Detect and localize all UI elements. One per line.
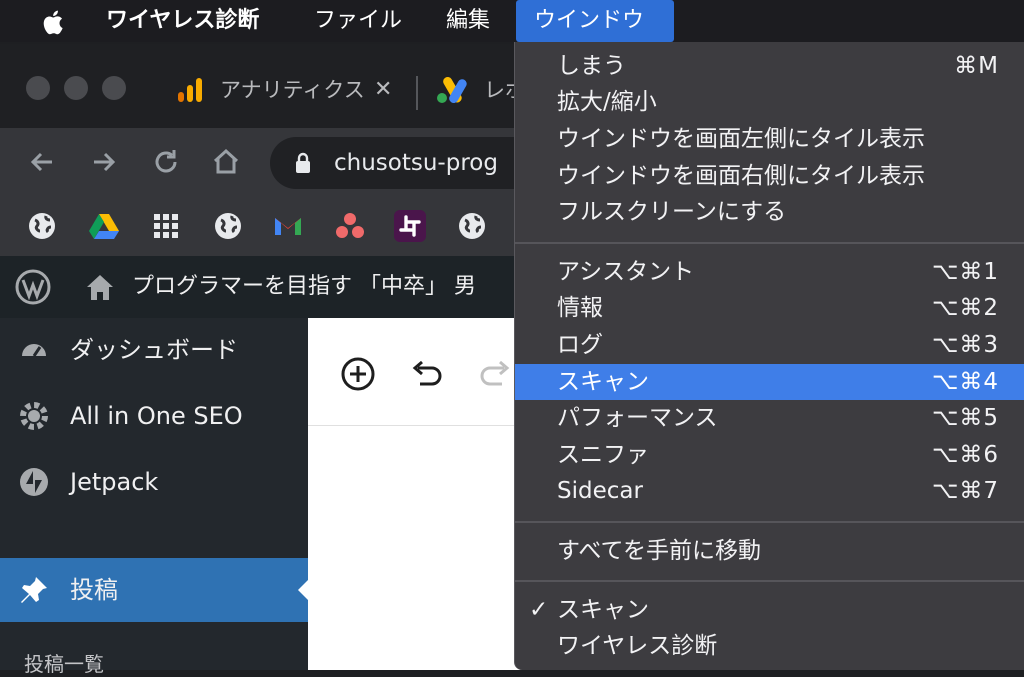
menu-item-zoom[interactable]: 拡大/縮小 <box>515 84 1024 120</box>
menubar: ワイヤレス診断 ファイル 編集 ウインドウ <box>0 0 1024 42</box>
checkmark-icon: ✓ <box>529 597 549 623</box>
menu-item-shortcut: ⌘M <box>954 53 999 79</box>
menu-item-shortcut: ⌥⌘5 <box>931 405 999 431</box>
menu-separator <box>515 521 1024 523</box>
sidebar-item-label: Jetpack <box>70 468 159 496</box>
menu-item-shortcut: ⌥⌘3 <box>931 332 999 358</box>
menu-item-shortcut: ⌥⌘1 <box>931 259 999 285</box>
menu-item-shortcut: ⌥⌘2 <box>931 295 999 321</box>
sidebar-item-label: ダッシュボード <box>70 336 238 364</box>
globe-icon[interactable] <box>456 210 488 242</box>
wordpress-logo-icon[interactable] <box>14 268 52 306</box>
lock-icon <box>296 152 310 173</box>
menu-item-label: ウインドウを画面右側にタイル表示 <box>557 163 925 189</box>
minimize-window-button[interactable] <box>64 76 88 100</box>
menubar-window[interactable]: ウインドウ <box>516 0 674 42</box>
menu-item-sidecar[interactable]: Sidecar ⌥⌘7 <box>515 473 1024 509</box>
slack-icon[interactable] <box>394 210 426 242</box>
reload-icon[interactable] <box>146 142 186 182</box>
sidebar-item-dashboard[interactable]: ダッシュボード <box>0 318 308 382</box>
home-icon[interactable] <box>206 142 246 182</box>
asana-icon[interactable] <box>334 210 366 242</box>
menu-item-label: すべてを手前に移動 <box>557 538 762 564</box>
gmail-icon[interactable] <box>272 210 304 242</box>
redo-icon[interactable] <box>478 358 514 390</box>
sidebar-item-label: All in One SEO <box>70 402 243 430</box>
google-ads-icon <box>437 77 467 103</box>
tab-separator <box>416 76 418 110</box>
gear-icon <box>20 402 48 430</box>
add-block-icon[interactable] <box>340 356 376 392</box>
menu-item-label: しまう <box>557 53 626 79</box>
globe-icon[interactable] <box>212 210 244 242</box>
google-drive-icon[interactable] <box>88 210 120 242</box>
tab-label: アナリティクス <box>220 78 365 102</box>
url-text[interactable]: chusotsu-prog <box>334 140 498 186</box>
menu-item-window-scan[interactable]: ✓ スキャン <box>515 592 1024 628</box>
sidebar-item-jetpack[interactable]: Jetpack <box>0 450 308 514</box>
menu-item-label: ワイヤレス診断 <box>557 633 718 659</box>
site-title[interactable]: プログラマーを目指す 「中卒」 男 <box>132 256 476 318</box>
tab-label: レポ <box>484 78 514 102</box>
menu-item-minimize[interactable]: しまう ⌘M <box>515 48 1024 84</box>
menu-item-log[interactable]: ログ ⌥⌘3 <box>515 327 1024 363</box>
menu-item-shortcut: ⌥⌘4 <box>931 369 999 395</box>
menu-item-scan[interactable]: スキャン ⌥⌘4 <box>515 364 1024 400</box>
undo-icon[interactable] <box>408 358 444 390</box>
menubar-edit[interactable]: 編集 <box>446 0 490 42</box>
home-icon[interactable] <box>84 272 116 302</box>
menu-item-label: ログ <box>557 332 603 358</box>
pushpin-icon <box>21 577 47 603</box>
menu-item-info[interactable]: 情報 ⌥⌘2 <box>515 290 1024 326</box>
menu-item-label: 情報 <box>557 295 603 321</box>
close-window-button[interactable] <box>26 76 50 100</box>
menubar-file[interactable]: ファイル <box>314 0 402 42</box>
menu-item-label: スニファ <box>557 442 649 468</box>
jetpack-icon <box>20 468 48 496</box>
sidebar-item-label: 投稿 <box>70 576 118 604</box>
menu-item-shortcut: ⌥⌘6 <box>931 442 999 468</box>
menu-item-fullscreen[interactable]: フルスクリーンにする <box>515 194 1024 230</box>
menu-item-bring-all-to-front[interactable]: すべてを手前に移動 <box>515 533 1024 569</box>
menu-item-tile-right[interactable]: ウインドウを画面右側にタイル表示 <box>515 158 1024 194</box>
forward-arrow-icon[interactable] <box>84 142 124 182</box>
menu-item-label: スキャン <box>557 597 649 623</box>
menu-item-sniffer[interactable]: スニファ ⌥⌘6 <box>515 437 1024 473</box>
globe-icon[interactable] <box>26 210 58 242</box>
menu-item-tile-left[interactable]: ウインドウを画面左側にタイル表示 <box>515 121 1024 157</box>
sidebar-item-posts[interactable]: 投稿 <box>0 558 308 622</box>
sidebar-sub-all-posts[interactable]: 投稿一覧 <box>24 648 104 677</box>
close-tab-icon[interactable]: ✕ <box>374 70 392 110</box>
apps-grid-icon[interactable] <box>150 210 182 242</box>
window-menu-dropdown: しまう ⌘M 拡大/縮小 ウインドウを画面左側にタイル表示 ウインドウを画面右側… <box>514 42 1024 670</box>
wp-admin-sidebar: ダッシュボード All in One SEO Jetpack 投稿 投稿一覧 <box>0 318 308 676</box>
sidebar-item-all-in-one-seo[interactable]: All in One SEO <box>0 384 308 448</box>
menu-item-label: パフォーマンス <box>557 405 718 431</box>
menubar-app-name[interactable]: ワイヤレス診断 <box>106 0 259 42</box>
analytics-icon <box>178 78 202 102</box>
menu-item-label: Sidecar <box>557 478 643 504</box>
menu-item-assistant[interactable]: アシスタント ⌥⌘1 <box>515 254 1024 290</box>
menu-separator <box>515 242 1024 244</box>
menu-item-window-wireless-diagnostics[interactable]: ワイヤレス診断 <box>515 628 1024 664</box>
apple-icon[interactable] <box>38 6 70 38</box>
back-arrow-icon[interactable] <box>22 142 62 182</box>
menu-item-label: ウインドウを画面左側にタイル表示 <box>557 126 925 152</box>
menu-separator <box>515 580 1024 582</box>
menu-item-label: フルスクリーンにする <box>557 199 787 225</box>
dashboard-icon <box>22 344 46 357</box>
zoom-window-button[interactable] <box>102 76 126 100</box>
menu-item-label: アシスタント <box>557 259 695 285</box>
menu-item-performance[interactable]: パフォーマンス ⌥⌘5 <box>515 400 1024 436</box>
active-pointer <box>298 580 308 600</box>
menu-item-label: 拡大/縮小 <box>557 89 657 115</box>
menu-item-label: スキャン <box>557 369 649 395</box>
menu-item-shortcut: ⌥⌘7 <box>931 478 999 504</box>
